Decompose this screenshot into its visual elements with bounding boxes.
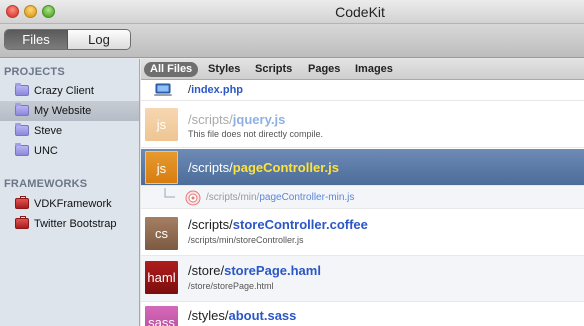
- haml-file-icon: haml: [145, 261, 178, 294]
- sidebar-item-label: My Website: [34, 105, 92, 117]
- folder-icon: [15, 123, 29, 136]
- file-status-note: This file does not directly compile.: [188, 129, 324, 139]
- file-name: index.php: [191, 84, 244, 96]
- view-segmented-control: Files Log: [4, 29, 131, 50]
- folder-icon: [15, 83, 29, 96]
- sidebar-item-unc[interactable]: UNC: [0, 141, 139, 161]
- folder-icon: [15, 103, 29, 116]
- file-name: storePage.haml: [224, 263, 321, 278]
- sidebar-item-label: Steve: [34, 125, 63, 137]
- target-icon: [185, 190, 201, 206]
- file-row-index-php[interactable]: /index.php: [141, 80, 584, 101]
- file-name: pageController-min.js: [259, 192, 355, 203]
- file-directory: /scripts/: [188, 160, 233, 175]
- zoom-window-button[interactable]: [42, 5, 55, 18]
- sidebar-item-crazy-client[interactable]: Crazy Client: [0, 81, 139, 101]
- tab-log[interactable]: Log: [68, 30, 130, 49]
- file-output-path: /store/storePage.html: [188, 281, 274, 291]
- file-output-path: /scripts/min/storeController.js: [188, 235, 304, 245]
- filter-pages[interactable]: Pages: [308, 62, 340, 77]
- sidebar-item-label: UNC: [34, 145, 58, 157]
- filter-images[interactable]: Images: [355, 62, 393, 77]
- folder-icon: [15, 143, 29, 156]
- toolbar: Files Log: [0, 24, 584, 58]
- sidebar-item-my-website[interactable]: My Website: [0, 101, 139, 121]
- file-name: jquery.js: [232, 112, 286, 127]
- sidebar-item-steve[interactable]: Steve: [0, 121, 139, 141]
- file-name: storeController.coffee: [232, 217, 368, 232]
- sidebar-item-vdkframework[interactable]: VDKFramework: [0, 194, 139, 214]
- file-path: /index.php: [188, 84, 243, 96]
- tab-files[interactable]: Files: [5, 30, 68, 49]
- file-row-about-sass[interactable]: sass /styles/about.sass: [141, 302, 584, 326]
- file-directory: /scripts/min/: [206, 192, 260, 203]
- projects-heading: PROJECTS: [4, 66, 65, 78]
- file-name: pageController.js: [232, 160, 339, 175]
- file-name: about.sass: [228, 308, 297, 323]
- window-title: CodeKit: [335, 4, 385, 20]
- file-path: /styles/about.sass: [188, 308, 296, 323]
- file-path: /store/storePage.haml: [188, 263, 321, 278]
- sidebar-item-twitter-bootstrap[interactable]: Twitter Bootstrap: [0, 214, 139, 234]
- computer-icon: [154, 83, 172, 96]
- file-path: /scripts/pageController.js: [188, 160, 339, 175]
- close-window-button[interactable]: [6, 5, 19, 18]
- file-directory: /scripts/: [188, 217, 233, 232]
- briefcase-icon: [15, 196, 29, 209]
- file-path: /scripts/storeController.coffee: [188, 217, 368, 232]
- file-filter-bar: All Files Styles Scripts Pages Images: [141, 59, 584, 80]
- sidebar-item-label: Crazy Client: [34, 85, 94, 97]
- filter-scripts[interactable]: Scripts: [255, 62, 292, 77]
- js-file-icon: js: [145, 151, 178, 184]
- file-path: /scripts/jquery.js: [188, 112, 285, 127]
- file-directory: /scripts/: [188, 112, 233, 127]
- file-row-jquery-js[interactable]: js /scripts/jquery.js This file does not…: [141, 101, 584, 148]
- file-row-pagecontroller-min-js[interactable]: /scripts/min/pageController-min.js: [141, 186, 584, 209]
- frameworks-heading: FRAMEWORKS: [4, 178, 88, 190]
- file-row-storepage-haml[interactable]: haml /store/storePage.haml /store/storeP…: [141, 256, 584, 302]
- sidebar-item-label: Twitter Bootstrap: [34, 218, 117, 230]
- file-list: /index.php js /scripts/jquery.js This fi…: [141, 80, 584, 326]
- minimize-window-button[interactable]: [24, 5, 37, 18]
- coffee-file-icon: cs: [145, 217, 178, 250]
- file-directory: /styles/: [188, 308, 229, 323]
- file-row-storecontroller-coffee[interactable]: cs /scripts/storeController.coffee /scri…: [141, 209, 584, 256]
- tree-connector-icon: [164, 188, 175, 198]
- title-bar: CodeKit: [0, 0, 584, 24]
- file-directory: /store/: [188, 263, 225, 278]
- sidebar-item-label: VDKFramework: [34, 198, 112, 210]
- sidebar: PROJECTS Crazy Client My Website Steve U…: [0, 59, 140, 326]
- filter-styles[interactable]: Styles: [208, 62, 240, 77]
- js-file-icon: js: [145, 108, 178, 141]
- filter-all-files[interactable]: All Files: [144, 62, 199, 77]
- briefcase-icon: [15, 216, 29, 229]
- sass-file-icon: sass: [145, 306, 178, 326]
- file-path: /scripts/min/pageController-min.js: [206, 192, 354, 203]
- file-row-pagecontroller-js[interactable]: js /scripts/pageController.js: [141, 149, 584, 186]
